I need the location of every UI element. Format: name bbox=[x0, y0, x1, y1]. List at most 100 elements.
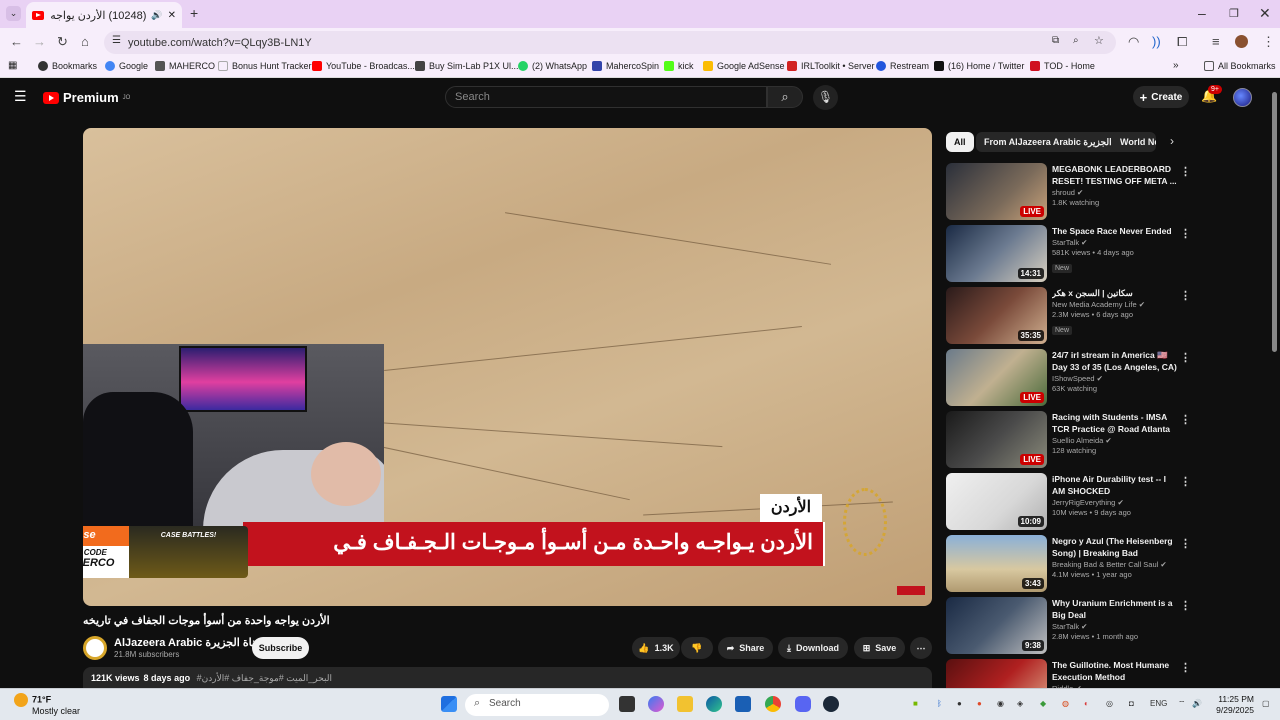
new-tab-button[interactable]: + bbox=[190, 5, 198, 21]
recommendation-thumbnail[interactable]: 9:38 bbox=[946, 597, 1047, 654]
bookmark-item[interactable]: Bookmarks bbox=[38, 61, 97, 71]
wifi-icon[interactable]: ⌔ bbox=[1178, 699, 1186, 709]
bookmark-item[interactable]: YouTube - Broadcas... bbox=[312, 61, 415, 71]
tray-icon[interactable]: ◍ bbox=[1062, 699, 1069, 708]
save-button[interactable]: ⊞ Save bbox=[854, 637, 905, 659]
forward-icon[interactable]: → bbox=[33, 34, 46, 49]
tray-bluetooth-icon[interactable]: ᛒ bbox=[937, 699, 942, 708]
chip-world-news[interactable]: World News bbox=[1112, 132, 1156, 152]
bookmark-item[interactable]: (16) Home / Twitter bbox=[934, 61, 1024, 71]
taskbar-search[interactable]: ⌕ Search bbox=[465, 694, 609, 716]
recommendation-item[interactable]: LIVE Racing with Students - IMSA TCR Prac… bbox=[946, 411, 1192, 469]
recommendation-channel[interactable]: shroud ✔ bbox=[1052, 188, 1178, 197]
recommendation-thumbnail[interactable]: LIVE bbox=[946, 349, 1047, 406]
tray-icon[interactable]: ◈ bbox=[1017, 699, 1023, 708]
start-windows-icon[interactable] bbox=[441, 696, 457, 712]
home-icon[interactable]: ⌂ bbox=[81, 34, 89, 49]
recommendation-item[interactable]: 10:09 iPhone Air Durability test -- I AM … bbox=[946, 473, 1192, 531]
recommendation-title[interactable]: Racing with Students - IMSA TCR Practice… bbox=[1052, 411, 1178, 435]
recommendation-title[interactable]: The Guillotine. Most Humane Execution Me… bbox=[1052, 659, 1178, 683]
more-vertical-icon[interactable]: ⋮ bbox=[1180, 351, 1191, 364]
file-explorer-icon[interactable] bbox=[677, 696, 693, 712]
recommendation-channel[interactable]: Breaking Bad & Better Call Saul ✔ bbox=[1052, 560, 1178, 569]
recommendation-title[interactable]: iPhone Air Durability test -- I AM SHOCK… bbox=[1052, 473, 1178, 497]
recommendation-thumbnail[interactable]: 10:09 bbox=[946, 473, 1047, 530]
recommendation-channel[interactable]: Suellio Almeida ✔ bbox=[1052, 436, 1178, 445]
page-scrollbar[interactable] bbox=[1272, 92, 1277, 352]
bookmark-item[interactable]: MAHERCO bbox=[155, 61, 215, 71]
channel-avatar[interactable] bbox=[83, 636, 107, 660]
steam-icon[interactable] bbox=[823, 696, 839, 712]
search-input[interactable]: Search bbox=[445, 86, 767, 108]
subscribe-button[interactable]: Subscribe bbox=[252, 637, 309, 659]
address-bar[interactable]: ☰ youtube.com/watch?v=QLqy3B-LN1Y ⧉ ⌕ ☆ bbox=[104, 31, 1116, 54]
tray-icon[interactable]: ◆ bbox=[1040, 699, 1046, 708]
bookmark-item[interactable]: kick bbox=[664, 61, 694, 71]
tray-nvidia-icon[interactable]: ■ bbox=[913, 699, 918, 708]
recommendation-item[interactable]: 3:43 Negro y Azul (The Heisenberg Song) |… bbox=[946, 535, 1192, 593]
recommendation-title[interactable]: MEGABONK LEADERBOARD RESET! TESTING OFF … bbox=[1052, 163, 1178, 187]
voice-search-button[interactable]: 🎙 bbox=[813, 85, 838, 110]
chrome-icon[interactable] bbox=[765, 696, 781, 712]
bookmark-item[interactable]: (2) WhatsApp bbox=[518, 61, 587, 71]
bookmark-star-icon[interactable]: ☆ bbox=[1094, 34, 1104, 47]
hamburger-menu-icon[interactable]: ☰ bbox=[14, 88, 27, 105]
zoom-icon[interactable]: ⌕ bbox=[1073, 35, 1079, 46]
discord-icon[interactable] bbox=[795, 696, 811, 712]
more-vertical-icon[interactable]: ⋮ bbox=[1180, 475, 1191, 488]
more-bookmarks-icon[interactable]: » bbox=[1173, 60, 1179, 71]
recommendation-item[interactable]: LIVE 24/7 irl stream in America 🇺🇸 Day 33… bbox=[946, 349, 1192, 407]
more-vertical-icon[interactable]: ⋮ bbox=[1180, 289, 1191, 302]
channel-name[interactable]: AlJazeera Arabic قناة الجزيرة ✔ bbox=[114, 636, 271, 649]
tray-icon[interactable]: ◉ bbox=[997, 699, 1004, 708]
recommendation-title[interactable]: Negro y Azul (The Heisenberg Song) | Bre… bbox=[1052, 535, 1178, 559]
bookmark-item[interactable]: Google bbox=[105, 61, 148, 71]
bookmark-item[interactable]: MahercoSpin bbox=[592, 61, 659, 71]
menu-icon[interactable]: ⋮ bbox=[1262, 34, 1275, 50]
recommendation-thumbnail[interactable]: 35:35 bbox=[946, 287, 1047, 344]
like-button[interactable]: 👍 1.3K bbox=[632, 637, 680, 659]
task-view-icon[interactable] bbox=[619, 696, 635, 712]
site-info-icon[interactable]: ☰ bbox=[112, 35, 121, 46]
tray-steam-icon[interactable]: ◎ bbox=[1106, 699, 1113, 708]
youtube-logo[interactable]: Premium JO bbox=[43, 90, 130, 105]
download-button[interactable]: ⤓ Download bbox=[778, 637, 848, 659]
profile-icon[interactable] bbox=[1235, 35, 1248, 48]
all-bookmarks[interactable]: All Bookmarks bbox=[1204, 61, 1276, 71]
tray-icon[interactable]: ◐ bbox=[1084, 699, 1089, 708]
recommendation-channel[interactable]: StarTalk ✔ bbox=[1052, 238, 1178, 247]
notification-center-icon[interactable]: ▢ bbox=[1262, 699, 1270, 708]
close-window-icon[interactable]: ✕ bbox=[1259, 5, 1271, 22]
apps-icon[interactable]: ▦ bbox=[8, 60, 17, 71]
hashtags[interactable]: #البحر_الميت #موجة_جفاف #الأردن bbox=[197, 673, 332, 683]
bookmark-item[interactable]: Bonus Hunt Tracker bbox=[218, 61, 312, 71]
bookmark-item[interactable]: Google AdSense bbox=[703, 61, 785, 71]
recommendation-title[interactable]: 24/7 irl stream in America 🇺🇸 Day 33 of … bbox=[1052, 349, 1178, 373]
recommendation-thumbnail[interactable]: LIVE bbox=[946, 411, 1047, 468]
restore-icon[interactable]: ❐ bbox=[1229, 7, 1239, 20]
recommendation-thumbnail[interactable]: 3:43 bbox=[946, 535, 1047, 592]
description-box[interactable]: 121K views 8 days ago #البحر_الميت #موجة_… bbox=[83, 667, 932, 688]
recommendation-channel[interactable]: JerryRigEverything ✔ bbox=[1052, 498, 1178, 507]
more-vertical-icon[interactable]: ⋮ bbox=[1180, 599, 1191, 612]
create-button[interactable]: + Create bbox=[1133, 86, 1189, 108]
browser-tab[interactable]: (10248) الأردن يواجه واحدة مـ... 🔊 ✕ bbox=[26, 2, 182, 28]
recommendation-item[interactable]: LIVE MEGABONK LEADERBOARD RESET! TESTING … bbox=[946, 163, 1192, 221]
bookmark-item[interactable]: Restream bbox=[876, 61, 929, 71]
tray-icon[interactable]: ● bbox=[957, 699, 962, 708]
more-vertical-icon[interactable]: ⋮ bbox=[1180, 165, 1191, 178]
clock[interactable]: 11:25 PM 9/29/2025 bbox=[1210, 694, 1254, 716]
reload-icon[interactable]: ↻ bbox=[57, 34, 68, 50]
recommendation-title[interactable]: The Space Race Never Ended bbox=[1052, 225, 1178, 237]
minimize-icon[interactable]: – bbox=[1198, 5, 1206, 21]
share-button[interactable]: ➦ Share bbox=[718, 637, 773, 659]
more-vertical-icon[interactable]: ⋮ bbox=[1180, 661, 1191, 674]
media-control-icon[interactable]: ≡ bbox=[1212, 34, 1220, 49]
volume-icon[interactable]: 🔊 bbox=[1192, 699, 1202, 708]
recommendation-channel[interactable]: IShowSpeed ✔ bbox=[1052, 374, 1178, 383]
recommendation-thumbnail[interactable]: LIVE bbox=[946, 163, 1047, 220]
recommendation-title[interactable]: هكر x سكاتين | السجن bbox=[1052, 287, 1178, 299]
edge-icon[interactable] bbox=[706, 696, 722, 712]
recommendation-item[interactable]: 35:35 هكر x سكاتين | السجن New Media Acade… bbox=[946, 287, 1192, 345]
recommendation-thumbnail[interactable] bbox=[946, 659, 1047, 688]
